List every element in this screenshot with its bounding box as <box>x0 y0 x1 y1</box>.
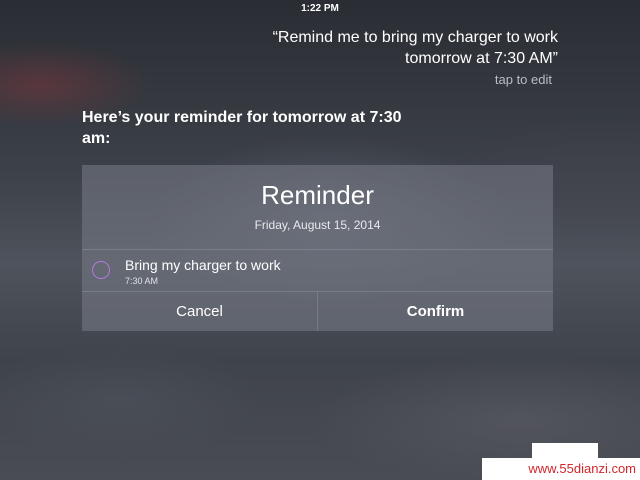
siri-response-line-2: am: <box>82 130 111 147</box>
reminder-item-text: Bring my charger to work <box>125 257 281 273</box>
status-bar-time: 1:22 PM <box>301 3 339 14</box>
siri-query-line-1: “Remind me to bring my charger to work <box>272 29 558 46</box>
reminder-card-actions: Cancel Confirm <box>82 292 553 331</box>
tap-to-edit-link[interactable]: tap to edit <box>495 72 552 87</box>
reminder-card-date: Friday, August 15, 2014 <box>254 218 381 232</box>
reminder-card: Reminder Friday, August 15, 2014 Bring m… <box>82 165 553 331</box>
confirm-button[interactable]: Confirm <box>318 292 553 331</box>
siri-query-line-2: tomorrow at 7:30 AM” <box>405 50 558 67</box>
cancel-button[interactable]: Cancel <box>82 292 318 331</box>
reminder-card-title: Reminder <box>261 180 374 210</box>
siri-query[interactable]: “Remind me to bring my charger to work t… <box>158 27 558 69</box>
siri-response-line-1: Here’s your reminder for tomorrow at 7:3… <box>82 109 402 126</box>
reminder-item-time: 7:30 AM <box>125 276 159 286</box>
siri-response: Here’s your reminder for tomorrow at 7:3… <box>82 107 462 149</box>
reminder-item[interactable]: Bring my charger to work 7:30 AM <box>82 250 553 292</box>
reminder-checkbox-circle-icon[interactable] <box>92 261 110 279</box>
reminder-card-header: Reminder Friday, August 15, 2014 <box>82 165 553 250</box>
watermark-text: www.55dianzi.com <box>482 458 640 480</box>
